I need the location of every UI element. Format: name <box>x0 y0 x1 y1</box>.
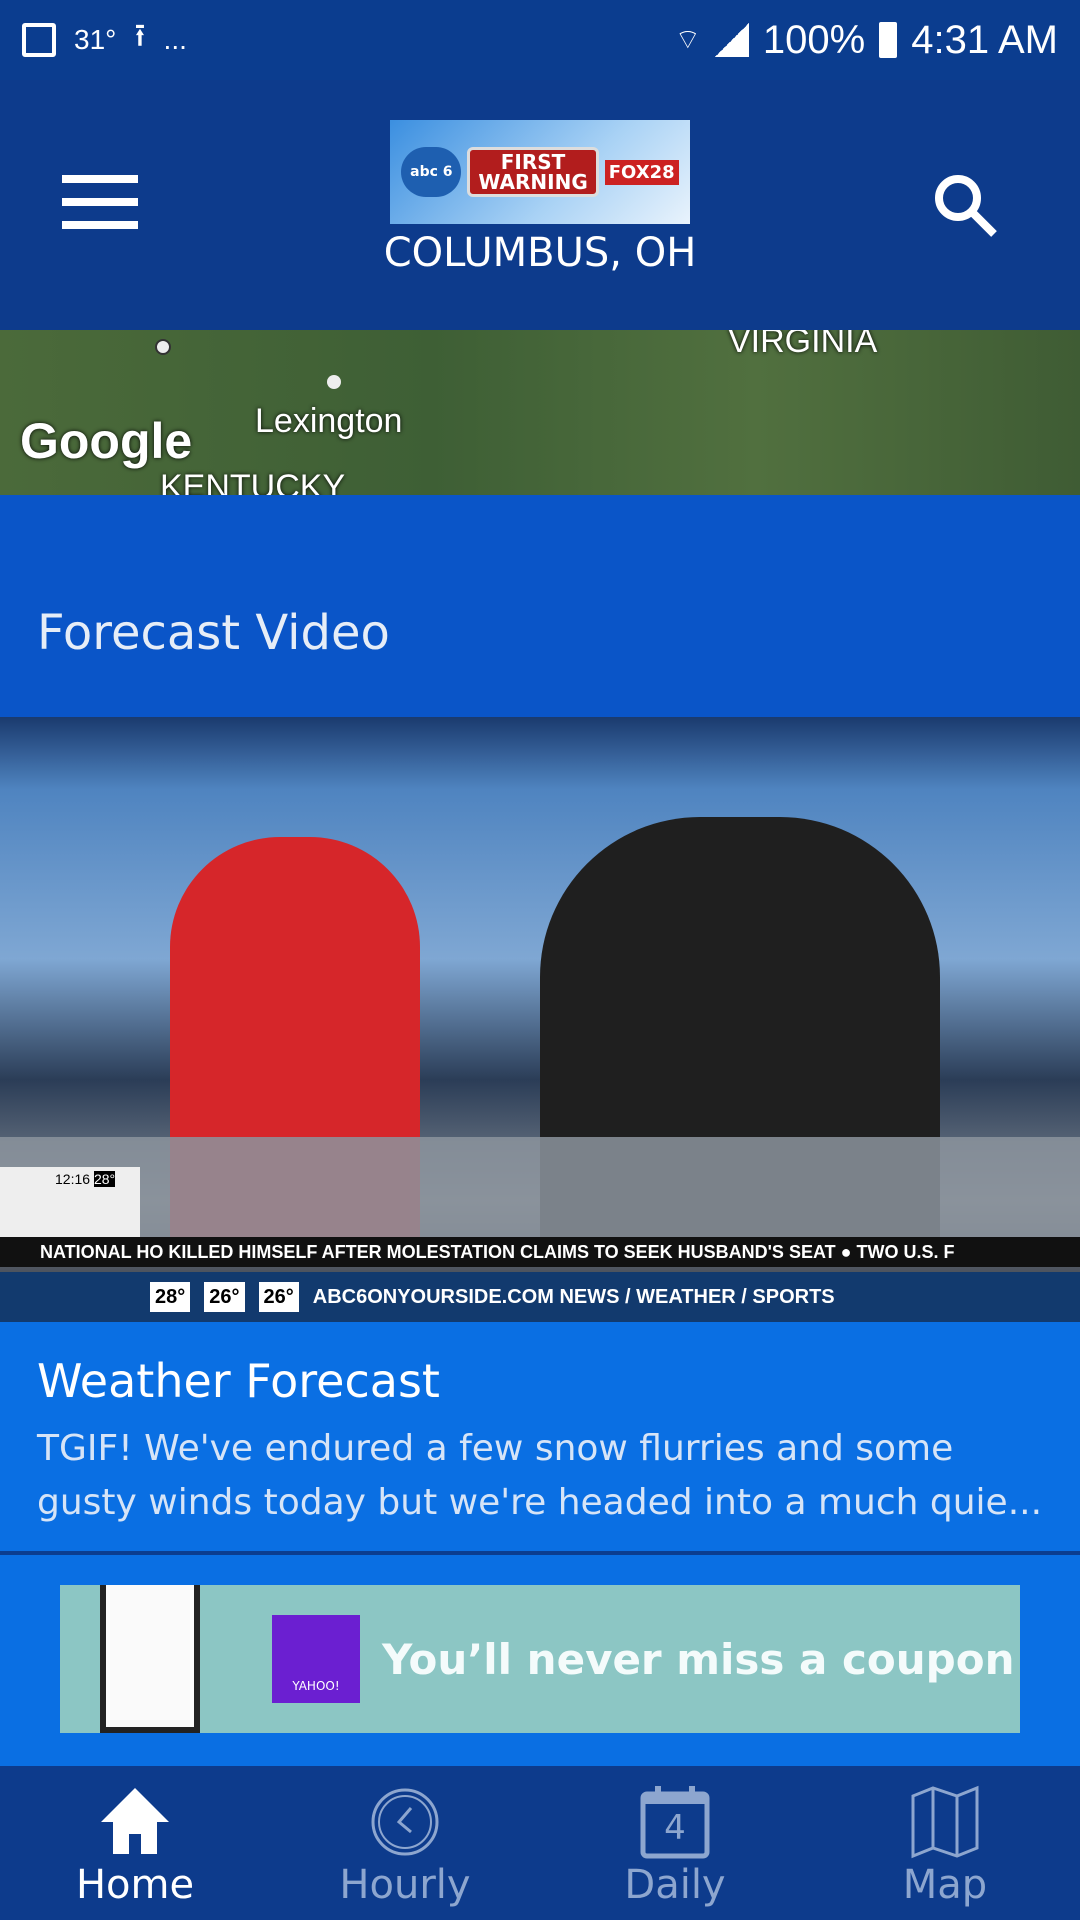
nav-daily[interactable]: 4 Daily <box>540 1766 810 1920</box>
wifi-icon: ⌔ <box>674 23 701 55</box>
app-header: abc 6 FIRST WARNING FOX28 COLUMBUS, OH <box>0 80 1080 330</box>
search-icon[interactable] <box>930 170 1000 240</box>
map-label: Lexington <box>255 402 403 440</box>
nav-label: Home <box>75 1862 195 1908</box>
battery-icon <box>879 22 898 58</box>
ad-brand: YAHOO! <box>292 1679 340 1693</box>
map-label: VIRGINIA <box>728 330 878 360</box>
news-desk <box>0 1137 1080 1247</box>
lower-third: 28° 26° 26° ABC6ONYOURSIDE.COM NEWS / WE… <box>0 1272 1080 1322</box>
location-title[interactable]: COLUMBUS, OH <box>0 230 1080 276</box>
temp-badge: 26° <box>204 1282 245 1312</box>
upload-icon: ⭱ <box>134 17 146 53</box>
card-title: Weather Forecast <box>37 1354 440 1408</box>
city-dot <box>155 339 171 355</box>
map-icon <box>911 1785 979 1859</box>
ad-banner[interactable]: YAHOO! You’ll never miss a coupon <box>60 1585 1020 1733</box>
radar-map[interactable]: VIRGINIA Lexington KENTUCKY Google <box>0 330 1080 495</box>
menu-button[interactable] <box>62 175 138 229</box>
nav-label: Daily <box>624 1862 726 1908</box>
forecast-video-player[interactable]: 12:16 28° NATIONAL HO KILLED HIMSELF AFT… <box>0 717 1080 1322</box>
calendar-icon: 4 <box>635 1782 715 1862</box>
temp-badge: 26° <box>258 1282 299 1312</box>
battery-percent: 100% <box>762 17 866 62</box>
calendar-day: 4 <box>664 1808 686 1848</box>
video-temp: 28° <box>93 1171 116 1187</box>
google-logo: Google <box>20 413 193 469</box>
nav-label: Hourly <box>339 1862 471 1908</box>
bottom-nav: Home Hourly 4 Daily Map <box>0 1766 1080 1920</box>
card-summary: TGIF! We've endured a few snow flurries … <box>37 1428 1043 1523</box>
clock-icon <box>371 1788 439 1856</box>
city-dot <box>327 375 341 389</box>
yahoo-mail-icon: YAHOO! <box>272 1615 360 1703</box>
video-clock: 12:16 <box>55 1171 91 1187</box>
station-logo: abc 6 FIRST WARNING FOX28 <box>390 120 690 224</box>
ad-container: YAHOO! You’ll never miss a coupon <box>0 1555 1080 1766</box>
forecast-card[interactable]: Weather Forecast TGIF! We've endured a f… <box>0 1322 1080 1553</box>
nav-hourly[interactable]: Hourly <box>270 1766 540 1920</box>
ad-text: You’ll never miss a coupon <box>382 1634 1015 1684</box>
more-notifications: ... <box>163 24 187 55</box>
temp-badge: 28° <box>150 1282 191 1312</box>
site-url: ABC6ONYOURSIDE.COM NEWS / WEATHER / SPOR… <box>312 1286 835 1308</box>
phone-graphic <box>100 1585 200 1733</box>
map-label: KENTUCKY <box>160 468 346 495</box>
image-icon <box>22 23 56 57</box>
status-bar: 31° ⭱ ... ⌔ 100% 4:31 AM <box>0 0 1080 80</box>
nav-home[interactable]: Home <box>0 1766 270 1920</box>
section-title: Forecast Video <box>37 605 390 661</box>
home-icon <box>101 1788 169 1854</box>
forecast-video-section: Forecast Video <box>0 495 1080 717</box>
weather-temp: 31° <box>74 24 117 55</box>
clock: 4:31 AM <box>911 17 1058 62</box>
news-ticker: NATIONAL HO KILLED HIMSELF AFTER MOLESTA… <box>0 1237 1080 1267</box>
station-bug: 12:16 28° <box>0 1167 140 1237</box>
nav-map[interactable]: Map <box>810 1766 1080 1920</box>
signal-icon <box>714 23 749 57</box>
nav-label: Map <box>902 1862 988 1908</box>
